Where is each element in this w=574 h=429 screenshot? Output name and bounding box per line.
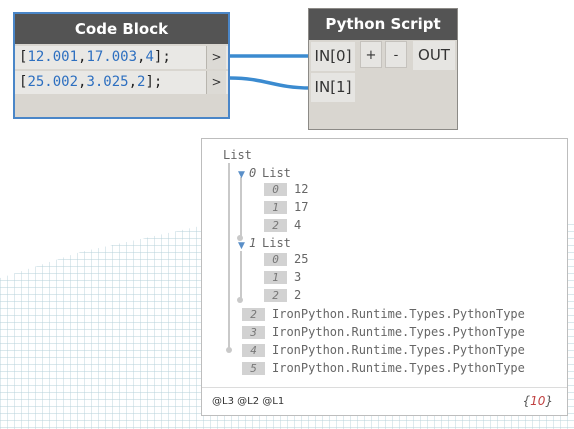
tree-end-dot — [237, 297, 243, 303]
group-label: List — [262, 236, 291, 250]
list-levels[interactable]: @L3 @L2 @L1 — [212, 396, 284, 407]
item-index: 1 — [264, 201, 287, 214]
expand-triangle-icon[interactable]: ▼ — [238, 241, 245, 251]
item-value: IronPython.Runtime.Types.PythonType — [272, 343, 525, 357]
level-label[interactable]: @L3 — [212, 396, 234, 407]
item-index: 0 — [264, 253, 287, 266]
python-script-title[interactable]: Python Script — [309, 9, 457, 40]
item-index: 2 — [264, 289, 287, 302]
code-block-title[interactable]: Code Block — [15, 14, 228, 44]
wire-line2-to-in1[interactable] — [229, 76, 311, 90]
item-value: IronPython.Runtime.Types.PythonType — [272, 361, 525, 375]
code-line-1[interactable]: [12.001,17.003,4]; > — [15, 46, 228, 69]
item-value: 3 — [294, 270, 302, 284]
item-value: 2 — [294, 288, 302, 302]
input-port-in1[interactable]: IN[1] — [311, 73, 355, 102]
item-value: 12 — [294, 182, 309, 196]
item-index: 2 — [242, 308, 265, 321]
remove-input-button[interactable]: - — [385, 41, 407, 68]
code-block-node[interactable]: Code Block [12.001,17.003,4]; > [25.002,… — [13, 12, 230, 119]
preview-footer: @L3 @L2 @L1 {10} — [202, 387, 567, 415]
group-label: List — [262, 166, 291, 180]
preview-tree: List ▼ 0 List 0 12 1 17 2 4 ▼ 1 List 0 2… — [202, 139, 567, 389]
input-port-in0[interactable]: IN[0] — [311, 42, 355, 71]
code-value: 12.001 — [27, 49, 79, 65]
item-value: 25 — [294, 252, 309, 266]
item-value: IronPython.Runtime.Types.PythonType — [272, 325, 525, 339]
item-value: IronPython.Runtime.Types.PythonType — [272, 307, 525, 321]
expand-triangle-icon[interactable]: ▼ — [238, 170, 245, 180]
code-value: 17.003 — [86, 49, 138, 65]
output-port-line-1[interactable]: > — [206, 46, 226, 69]
level-label[interactable]: @L1 — [262, 396, 284, 407]
tree-guide-line — [228, 163, 230, 349]
python-script-node[interactable]: Python Script IN[0] IN[1] + - OUT — [308, 8, 458, 130]
code-line-2[interactable]: [25.002,3.025,2]; > — [15, 71, 228, 94]
item-count-value: 10 — [530, 394, 546, 408]
item-count: {10} — [522, 394, 553, 408]
item-value: 17 — [294, 200, 309, 214]
output-port-line-2[interactable]: > — [206, 71, 226, 94]
group-index: 0 — [249, 166, 257, 180]
code-value: 2 — [137, 74, 146, 90]
item-index: 1 — [264, 271, 287, 284]
add-input-button[interactable]: + — [360, 41, 382, 68]
item-index: 2 — [264, 219, 287, 232]
code-value: 25.002 — [27, 74, 79, 90]
tree-end-dot — [226, 347, 232, 353]
code-value: 3.025 — [86, 74, 129, 90]
item-index: 3 — [242, 326, 265, 339]
tree-guide-line — [240, 251, 242, 301]
item-value: 4 — [294, 218, 302, 232]
item-index: 4 — [242, 344, 265, 357]
level-label[interactable]: @L2 — [237, 396, 259, 407]
output-port-out[interactable]: OUT — [413, 41, 455, 70]
item-index: 5 — [242, 362, 265, 375]
tree-guide-line — [240, 177, 242, 237]
preview-bubble[interactable]: List ▼ 0 List 0 12 1 17 2 4 ▼ 1 List 0 2… — [201, 138, 568, 416]
item-index: 0 — [264, 183, 287, 196]
list-root-label: List — [223, 148, 252, 162]
code-value: 4 — [145, 49, 154, 65]
group-index: 1 — [249, 236, 257, 250]
